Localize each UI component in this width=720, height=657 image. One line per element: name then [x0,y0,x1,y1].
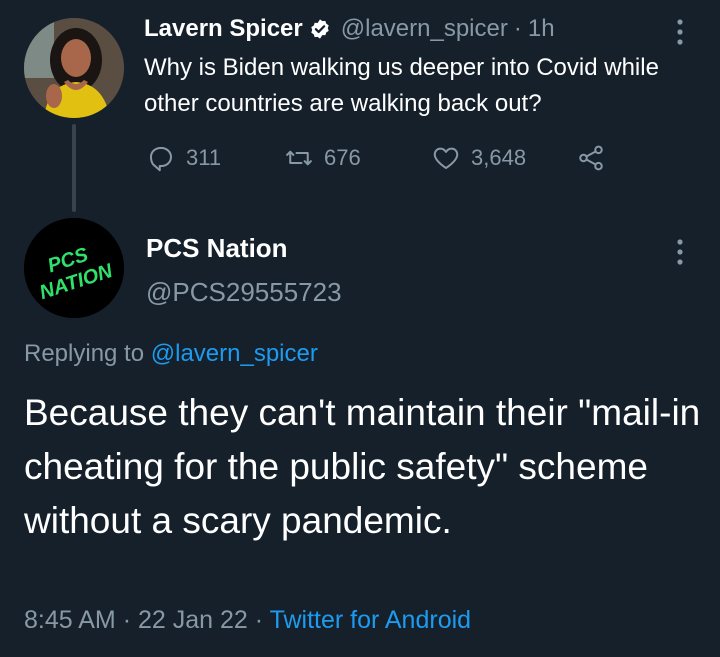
like-icon [431,143,461,173]
retweet-count: 676 [324,145,361,170]
reply-icon [146,143,176,173]
replying-to-line: Replying to @lavern_spicer [24,340,318,368]
more-options-icon[interactable] [670,14,690,50]
parent-tweet-header: Lavern Spicer @lavern_spicer · 1h [144,14,555,44]
parent-tweet-actions: 311 676 3,648 [144,140,624,176]
like-button[interactable]: 3,648 [431,140,526,176]
tweet-timestamp[interactable]: 8:45 AM [24,606,116,634]
reply-count: 311 [186,145,222,170]
pcs-nation-avatar[interactable]: PCS NATION [24,218,124,318]
share-icon [576,143,606,173]
more-options-icon[interactable] [670,234,690,270]
parent-tweet-text: Why is Biden walking us deeper into Covi… [144,54,659,117]
retweet-button[interactable]: 676 [284,140,361,176]
verified-badge-icon [309,18,331,40]
parent-tweet-time[interactable]: 1h [528,15,555,43]
header-separator: · [513,15,522,42]
thread-connector-line [72,124,76,212]
reply-tweet-text: Because they can't maintain their "mail-… [24,392,701,541]
replying-to-prefix: Replying to [24,340,145,367]
parent-author-name[interactable]: Lavern Spicer [144,15,303,43]
retweet-icon [284,143,314,173]
share-button[interactable] [576,140,606,176]
reply-button[interactable]: 311 [146,140,221,176]
tweet-thread-view: Lavern Spicer @lavern_spicer · 1h Why is… [0,0,720,657]
reply-author-name[interactable]: PCS Nation [146,233,288,264]
replying-to-handle-link[interactable]: @lavern_spicer [151,340,318,367]
reply-author-handle[interactable]: @PCS29555723 [146,277,342,308]
meta-separator: · [254,606,264,634]
lavern-spicer-avatar[interactable] [24,18,124,118]
tweet-metadata: 8:45 AM · 22 Jan 22 · Twitter for Androi… [24,606,471,635]
tweet-date[interactable]: 22 Jan 22 [138,606,248,634]
meta-separator: · [122,606,132,634]
parent-author-handle[interactable]: @lavern_spicer [341,15,508,43]
like-count: 3,648 [471,145,527,170]
tweet-source-link[interactable]: Twitter for Android [270,606,471,634]
